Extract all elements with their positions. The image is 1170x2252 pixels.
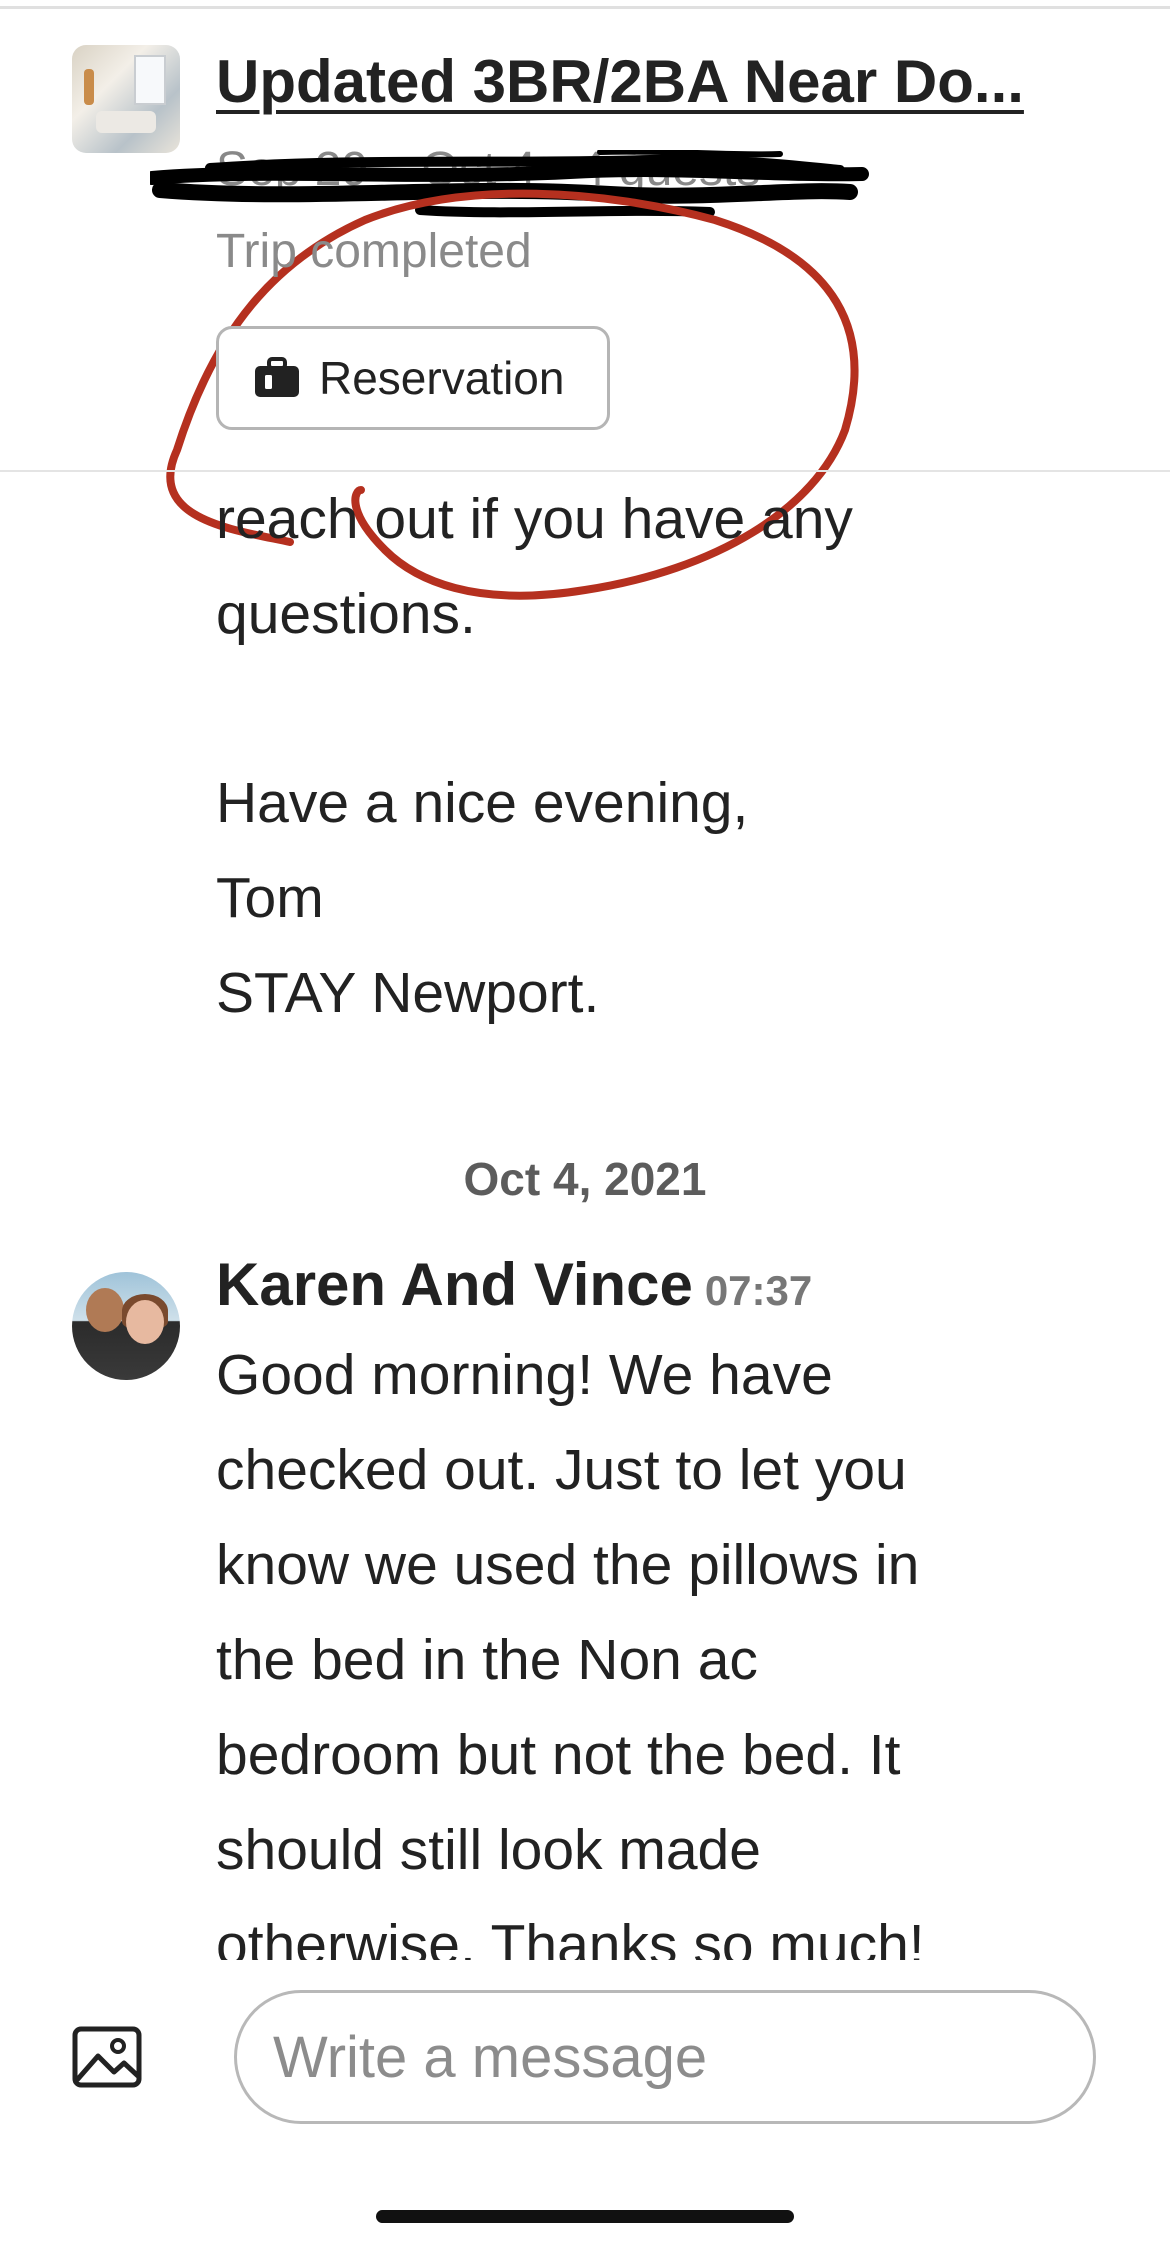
image-icon[interactable] [72, 2026, 142, 2088]
message-time: 07:37 [704, 1267, 813, 1314]
suitcase-icon [255, 357, 299, 397]
date-separator: Oct 4, 2021 [463, 1153, 707, 1205]
message-thread[interactable]: reach out if you have any questions. Hav… [0, 472, 1170, 1960]
top-divider [0, 6, 1170, 9]
trip-status: Trip completed [216, 225, 532, 278]
listing-title-link[interactable]: Updated 3BR/2BA Near Do... [216, 46, 1116, 118]
previous-message-tail: reach out if you have any questions. [216, 487, 853, 646]
reservation-button[interactable]: Reservation [216, 326, 610, 430]
previous-message-signoff: Have a nice evening, Tom STAY Newport. [216, 771, 749, 1025]
reservation-button-label: Reservation [319, 352, 565, 404]
message-header: Karen And Vince 07:37 [216, 1250, 812, 1319]
message-input[interactable] [234, 1990, 1096, 2124]
home-indicator[interactable] [376, 2210, 794, 2223]
listing-thumbnail[interactable] [72, 45, 180, 153]
sender-name: Karen And Vince [216, 1251, 693, 1318]
sender-avatar[interactable] [72, 1272, 180, 1380]
message-body: Good morning! We have checked out. Just … [216, 1343, 925, 1960]
